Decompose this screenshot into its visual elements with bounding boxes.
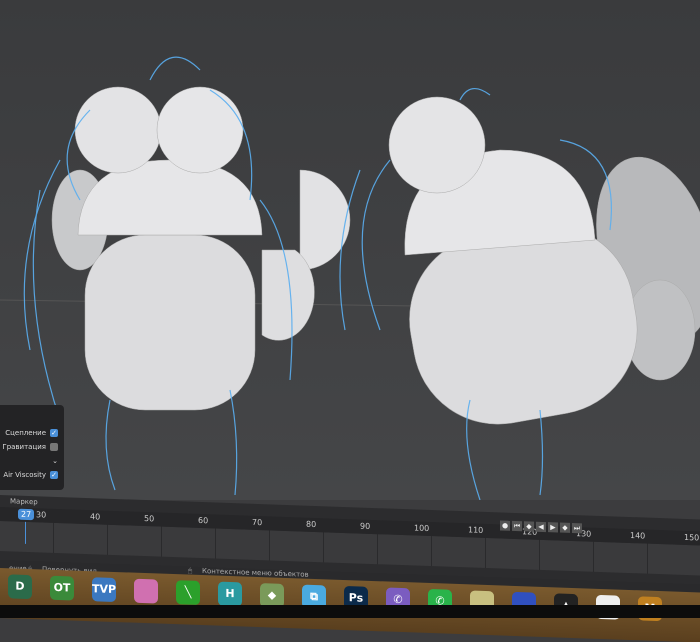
play-reverse-icon[interactable]: ◀ bbox=[536, 521, 546, 533]
physics-panel: Сцепление ✓ Гравитация ⌄ Air Viscosity ✓ bbox=[0, 405, 64, 490]
left-character bbox=[51, 86, 351, 411]
marker-menu[interactable]: Маркер bbox=[10, 497, 38, 506]
frame-tick: 80 bbox=[306, 519, 317, 530]
air-viscosity-label: Air Viscosity bbox=[3, 471, 46, 479]
frame-tick: 90 bbox=[360, 521, 371, 531]
next-key-icon[interactable]: ◆ bbox=[560, 522, 570, 533]
current-frame[interactable]: 27 bbox=[18, 508, 35, 521]
chevron-down-icon[interactable]: ⌄ bbox=[52, 457, 58, 465]
frame-tick: 50 bbox=[144, 514, 155, 524]
frame-tick: 40 bbox=[90, 512, 101, 522]
playhead[interactable] bbox=[25, 521, 26, 544]
right-character bbox=[388, 96, 700, 425]
jump-end-icon[interactable]: ⏭ bbox=[572, 522, 582, 534]
play-icon[interactable]: ▶ bbox=[548, 522, 558, 533]
air-viscosity-row[interactable]: Air Viscosity ✓ bbox=[3, 471, 58, 479]
cohesion-checkbox[interactable]: ✓ bbox=[50, 429, 58, 437]
cohesion-label: Сцепление bbox=[5, 429, 46, 437]
h-app-icon[interactable]: H bbox=[218, 581, 242, 607]
frame-tick: 140 bbox=[630, 531, 646, 541]
disc-app-icon[interactable] bbox=[134, 578, 158, 604]
frame-tick: 60 bbox=[198, 515, 209, 526]
prev-key-icon[interactable]: ◆ bbox=[524, 521, 534, 532]
gravity-row[interactable]: Гравитация bbox=[2, 443, 58, 451]
air-viscosity-checkbox[interactable]: ✓ bbox=[50, 471, 58, 479]
3d-viewport[interactable] bbox=[0, 0, 700, 500]
frame-tick: 100 bbox=[414, 523, 430, 533]
dropdown-row[interactable]: ⌄ bbox=[52, 457, 58, 465]
d-app-icon[interactable]: D bbox=[8, 574, 32, 600]
gravity-label: Гравитация bbox=[2, 443, 46, 451]
record-icon[interactable]: ● bbox=[500, 520, 510, 531]
jump-start-icon[interactable]: ⏮ bbox=[512, 520, 522, 532]
frame-tick: 150 bbox=[684, 532, 700, 543]
frame-tick: 70 bbox=[252, 517, 263, 528]
scene bbox=[0, 56, 700, 500]
opentoonz-icon[interactable]: OT bbox=[50, 575, 74, 601]
gravity-checkbox[interactable] bbox=[50, 443, 58, 451]
cohesion-row[interactable]: Сцепление ✓ bbox=[5, 429, 58, 437]
playback-controls: ● ⏮ ◆ ◀ ▶ ◆ ⏭ bbox=[500, 520, 582, 534]
green-app-icon[interactable]: ╲ bbox=[176, 580, 200, 605]
monitor-bezel bbox=[0, 605, 700, 618]
frame-tick: 110 bbox=[468, 525, 484, 535]
frame-tick: 30 bbox=[36, 510, 47, 520]
tvpaint-icon[interactable]: TVP bbox=[92, 577, 116, 603]
